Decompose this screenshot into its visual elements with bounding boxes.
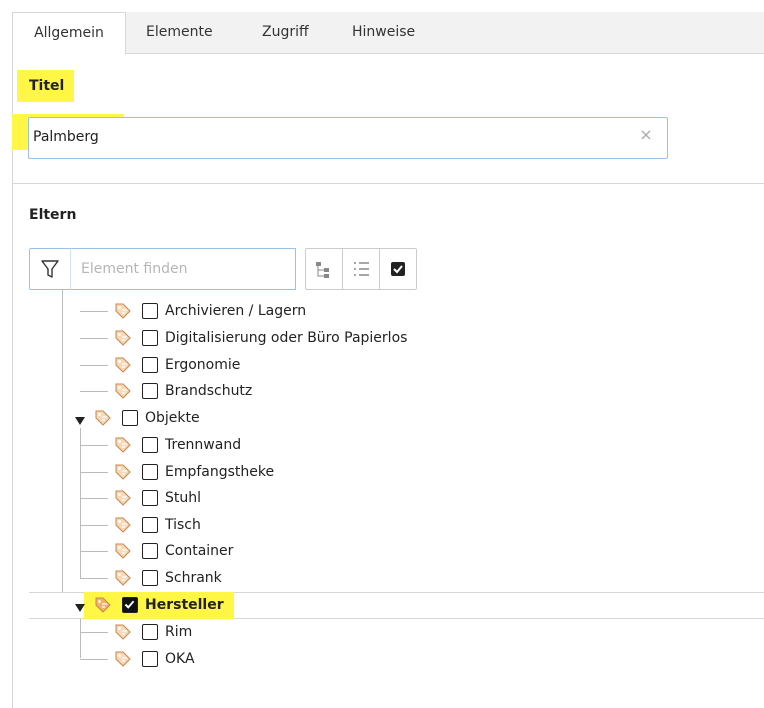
tree-item-checkbox[interactable] bbox=[142, 624, 158, 640]
tree-connector bbox=[80, 365, 108, 366]
tree-item-checkbox[interactable] bbox=[142, 464, 158, 480]
tree-item-label: Schrank bbox=[165, 570, 222, 586]
tree-view-button[interactable] bbox=[305, 248, 343, 290]
tree-connector bbox=[80, 551, 108, 552]
tag-icon bbox=[114, 650, 132, 668]
tree-guide-line bbox=[80, 616, 81, 658]
tag-icon bbox=[114, 569, 132, 587]
tree-group[interactable]: Objekte bbox=[75, 405, 494, 431]
tree-item-label: Digitalisierung oder Büro Papierlos bbox=[165, 330, 408, 346]
tree-item-label: Archivieren / Lagern bbox=[165, 303, 307, 319]
tree-item[interactable]: Rim bbox=[80, 619, 514, 645]
divider bbox=[12, 183, 764, 184]
list-view-button[interactable] bbox=[342, 248, 380, 290]
tree-item-label: Hersteller bbox=[145, 597, 224, 613]
tree-item-checkbox[interactable] bbox=[142, 517, 158, 533]
tree-group[interactable]: Hersteller bbox=[75, 592, 494, 618]
caret-down-icon[interactable] bbox=[74, 412, 86, 425]
checkbox-toggle-icon bbox=[391, 262, 405, 276]
tag-icon bbox=[114, 463, 132, 481]
tree-connector bbox=[80, 659, 108, 660]
tree-item[interactable]: Digitalisierung oder Büro Papierlos bbox=[80, 325, 514, 351]
tree-item[interactable]: Tisch bbox=[80, 512, 514, 538]
tree-item[interactable]: Trennwand bbox=[80, 432, 514, 458]
tag-icon bbox=[114, 489, 132, 507]
element-search-input[interactable] bbox=[70, 248, 296, 290]
tree-item-label: Rim bbox=[165, 624, 193, 640]
tree-item-checkbox[interactable] bbox=[142, 357, 158, 373]
tag-icon bbox=[114, 382, 132, 400]
tree-view-icon bbox=[316, 262, 329, 278]
list-view-icon bbox=[354, 262, 369, 276]
tree-item-label: Brandschutz bbox=[165, 383, 253, 399]
tag-icon bbox=[114, 329, 132, 347]
tree-item-checkbox[interactable] bbox=[142, 490, 158, 506]
clear-icon[interactable]: × bbox=[638, 127, 654, 143]
tree-item[interactable]: Schrank bbox=[80, 565, 514, 591]
tab-hinweise[interactable]: Hinweise bbox=[352, 12, 415, 54]
filter-button[interactable] bbox=[29, 248, 71, 290]
tree-item[interactable]: Archivieren / Lagern bbox=[80, 298, 514, 324]
tree-item-checkbox[interactable] bbox=[142, 383, 158, 399]
tree-item-checkbox[interactable] bbox=[142, 330, 158, 346]
tab-bar: Allgemein Elemente Zugriff Hinweise bbox=[12, 12, 764, 55]
tree-connector bbox=[80, 578, 108, 579]
tree-connector bbox=[80, 391, 108, 392]
tree-item[interactable]: Stuhl bbox=[80, 485, 514, 511]
tree-item[interactable]: Empfangstheke bbox=[80, 459, 514, 485]
tree-item-label: Trennwand bbox=[165, 437, 242, 453]
tag-icon bbox=[94, 409, 112, 427]
tree-item-checkbox[interactable] bbox=[142, 303, 158, 319]
toggle-checked-button[interactable] bbox=[379, 248, 417, 290]
tree-item-checkbox[interactable] bbox=[142, 651, 158, 667]
tree-connector bbox=[80, 632, 108, 633]
tree-connector bbox=[80, 445, 108, 446]
tab-allgemein[interactable]: Allgemein bbox=[12, 12, 126, 55]
tree-connector bbox=[80, 498, 108, 499]
tree-item[interactable]: OKA bbox=[80, 646, 514, 672]
tag-icon bbox=[114, 516, 132, 534]
tree-item-checkbox[interactable] bbox=[122, 410, 138, 426]
tree-item[interactable]: Container bbox=[80, 538, 514, 564]
tag-icon bbox=[114, 436, 132, 454]
tree-guide-line bbox=[80, 428, 81, 578]
title-input[interactable] bbox=[28, 117, 668, 159]
caret-down-icon[interactable] bbox=[74, 599, 86, 612]
tree-connector bbox=[80, 525, 108, 526]
tree-item-label: Stuhl bbox=[165, 490, 202, 506]
tree-connector bbox=[80, 472, 108, 473]
parent-label: Eltern bbox=[29, 207, 77, 223]
tree-connector bbox=[80, 311, 108, 312]
tree-item-label: Objekte bbox=[145, 410, 200, 426]
tree-item-checkbox[interactable] bbox=[142, 437, 158, 453]
tag-icon bbox=[114, 356, 132, 374]
tree-item-checkbox[interactable] bbox=[142, 543, 158, 559]
tab-elemente[interactable]: Elemente bbox=[146, 12, 213, 54]
tree-item-checkbox[interactable] bbox=[142, 570, 158, 586]
tree-item-label: Empfangstheke bbox=[165, 464, 275, 480]
tag-icon bbox=[114, 623, 132, 641]
tag-icon bbox=[94, 596, 112, 614]
tag-icon bbox=[114, 302, 132, 320]
tree-item[interactable]: Ergonomie bbox=[80, 352, 514, 378]
tree-item-checkbox[interactable] bbox=[122, 597, 138, 613]
tree-guide-line bbox=[62, 290, 63, 606]
filter-icon bbox=[41, 260, 59, 278]
tag-icon bbox=[114, 542, 132, 560]
tree-item-label: Ergonomie bbox=[165, 357, 241, 373]
page: Allgemein Elemente Zugriff Hinweise Tite… bbox=[0, 0, 764, 708]
tree-item[interactable]: Brandschutz bbox=[80, 378, 514, 404]
tree-item-label: OKA bbox=[165, 651, 195, 667]
tree-item-label: Tisch bbox=[165, 517, 201, 533]
tab-zugriff[interactable]: Zugriff bbox=[262, 12, 309, 54]
title-label: Titel bbox=[17, 70, 75, 102]
tree-connector bbox=[80, 338, 108, 339]
tree-item-label: Container bbox=[165, 543, 234, 559]
